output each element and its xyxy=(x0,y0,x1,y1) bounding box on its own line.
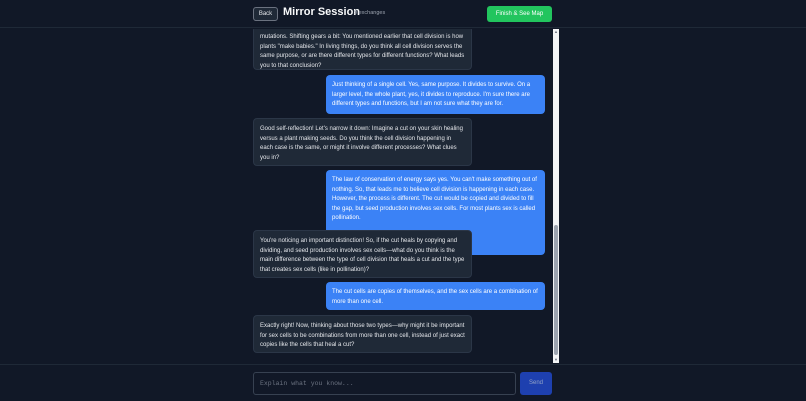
answer-input[interactable] xyxy=(253,372,516,395)
chat-log[interactable]: mutations. Shifting gears a bit: You men… xyxy=(253,29,553,363)
scroll-up-arrow-icon[interactable]: ▲ xyxy=(553,29,559,35)
user-message: Just thinking of a single cell. Yes, sam… xyxy=(326,75,545,114)
ai-message: Exactly right! Now, thinking about those… xyxy=(253,315,472,353)
ai-message: mutations. Shifting gears a bit: You men… xyxy=(253,29,472,70)
exchange-count: 9 exchanges xyxy=(354,10,386,16)
ai-message: Good self-reflection! Let's narrow it do… xyxy=(253,118,472,166)
send-button[interactable]: Send xyxy=(520,372,552,395)
finish-button[interactable]: Finish & See Map xyxy=(487,6,552,22)
ai-message: You're noticing an important distinction… xyxy=(253,230,472,278)
page-title: Mirror Session xyxy=(283,6,361,18)
chat-scrollbar[interactable]: ▲ ▼ xyxy=(553,29,559,363)
scroll-down-arrow-icon[interactable]: ▼ xyxy=(553,357,559,363)
back-button[interactable]: Back xyxy=(253,7,278,21)
composer: Send xyxy=(0,364,806,401)
scroll-thumb[interactable] xyxy=(554,225,558,355)
user-message: The cut cells are copies of themselves, … xyxy=(326,282,545,310)
session-header: Back Mirror Session 9 exchanges Finish &… xyxy=(0,0,806,28)
